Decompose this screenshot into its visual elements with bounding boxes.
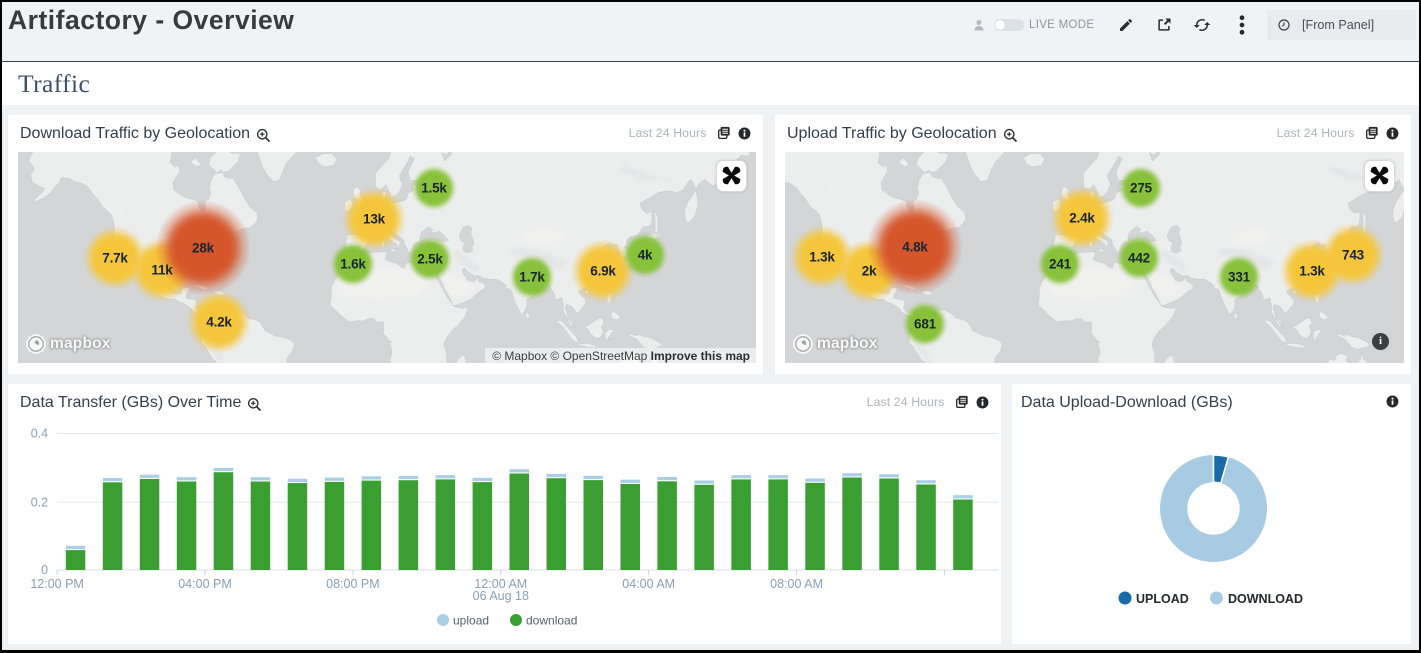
svg-text:04:00 AM: 04:00 AM xyxy=(622,577,675,591)
svg-text:0: 0 xyxy=(41,563,48,577)
svg-text:06 Aug 18: 06 Aug 18 xyxy=(473,589,529,603)
svg-text:UPLOAD: UPLOAD xyxy=(1136,592,1189,606)
svg-text:08:00 PM: 08:00 PM xyxy=(326,577,380,591)
svg-text:0.2: 0.2 xyxy=(31,495,48,509)
svg-text:download: download xyxy=(526,614,577,628)
svg-text:upload: upload xyxy=(453,614,489,628)
svg-text:DOWNLOAD: DOWNLOAD xyxy=(1228,592,1303,606)
svg-text:12:00 PM: 12:00 PM xyxy=(30,577,84,591)
svg-text:04:00 PM: 04:00 PM xyxy=(178,577,232,591)
svg-text:0.4: 0.4 xyxy=(31,427,48,441)
svg-text:08:00 AM: 08:00 AM xyxy=(770,577,823,591)
